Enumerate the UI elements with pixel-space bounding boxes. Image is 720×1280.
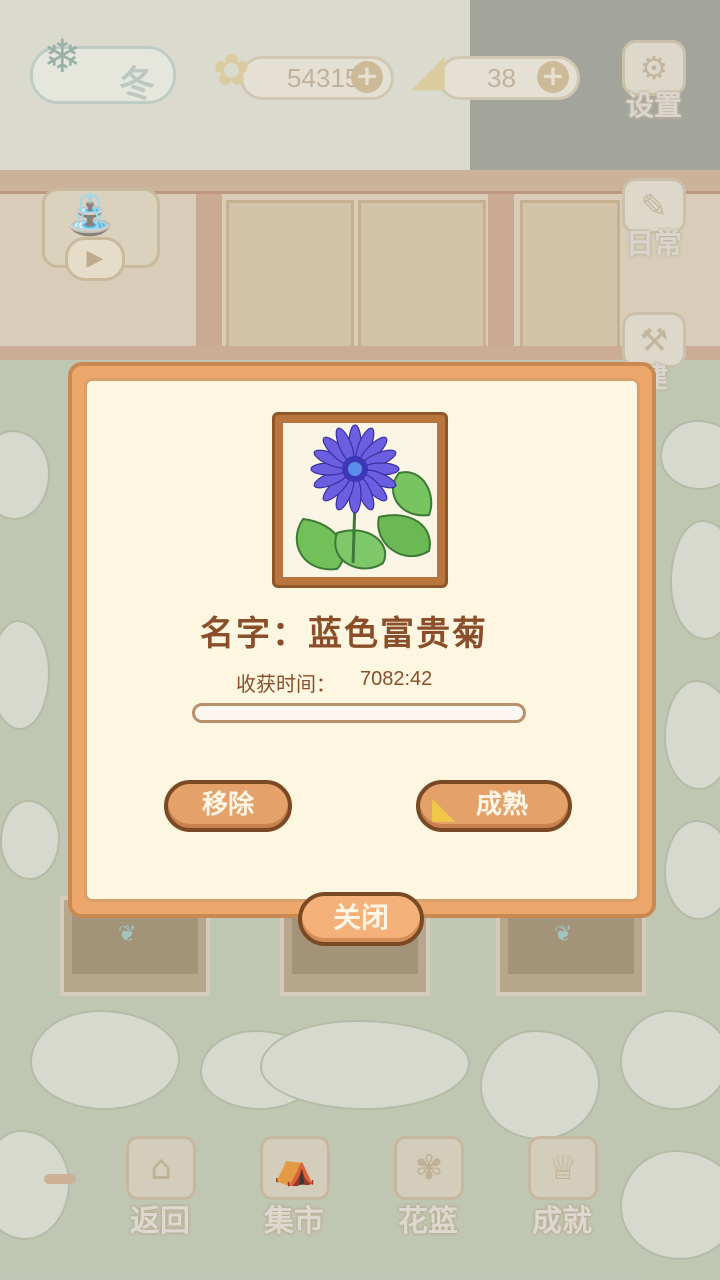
flower-portrait-frame bbox=[272, 412, 448, 588]
growth-progress-bar bbox=[192, 703, 526, 723]
blue-daisy-icon bbox=[283, 423, 437, 577]
remove-button[interactable]: 移除 bbox=[164, 780, 292, 832]
ripen-label: 成熟 bbox=[476, 790, 529, 820]
ripen-button[interactable]: ◣ 成熟 bbox=[416, 780, 572, 832]
cheese-icon: ◣ bbox=[432, 791, 456, 826]
harvest-time-value: 7082:42 bbox=[360, 668, 433, 690]
close-button[interactable]: 关闭 bbox=[298, 892, 424, 946]
harvest-time-label: 收获时间： bbox=[236, 672, 336, 696]
flower-name: 名字：蓝色富贵菊 bbox=[200, 614, 488, 654]
